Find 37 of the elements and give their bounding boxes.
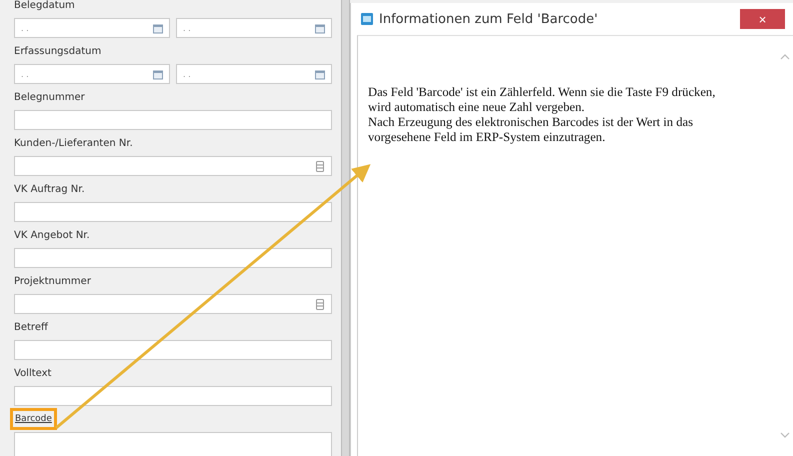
input-field[interactable] bbox=[14, 110, 332, 130]
field-label: Betreff bbox=[14, 322, 48, 332]
lookup-field[interactable] bbox=[14, 294, 332, 314]
lookup-icon[interactable] bbox=[315, 298, 325, 310]
date-field[interactable]: . . bbox=[14, 18, 170, 38]
field-label: Volltext bbox=[14, 368, 52, 378]
calendar-icon[interactable] bbox=[315, 68, 325, 80]
input-field[interactable] bbox=[14, 202, 332, 222]
field-label: VK Angebot Nr. bbox=[14, 230, 90, 240]
calendar-icon[interactable] bbox=[153, 22, 163, 34]
window-title: Informationen zum Feld 'Barcode' bbox=[379, 12, 599, 26]
app-icon bbox=[361, 13, 373, 25]
date-field[interactable]: . . bbox=[176, 18, 332, 38]
lookup-field[interactable] bbox=[14, 156, 332, 176]
date-field[interactable]: . . bbox=[176, 64, 332, 84]
input-field[interactable] bbox=[14, 340, 332, 360]
calendar-icon[interactable] bbox=[153, 68, 163, 80]
scroll-up-icon[interactable] bbox=[780, 54, 790, 60]
field-label: Belegnummer bbox=[14, 92, 85, 102]
input-field[interactable] bbox=[14, 248, 332, 268]
field-label: Projektnummer bbox=[14, 276, 91, 286]
field-label: Erfassungsdatum bbox=[14, 46, 102, 56]
info-text: wird automatisch eine neue Zahl vergeben. bbox=[368, 100, 586, 115]
field-label: Kunden-/Lieferanten Nr. bbox=[14, 138, 133, 148]
input-field[interactable] bbox=[14, 386, 332, 406]
splitter-handle[interactable] bbox=[341, 0, 350, 456]
info-text: Das Feld 'Barcode' ist ein Zählerfeld. Wenn sie die Taste F9 drücken, bbox=[368, 85, 716, 100]
field-link[interactable]: Barcode bbox=[10, 408, 57, 430]
info-text: Nach Erzeugung des elektronischen Barcodes ist der Wert in das bbox=[368, 115, 694, 130]
scroll-down-icon[interactable] bbox=[780, 432, 790, 438]
field-label: Belegdatum bbox=[14, 0, 75, 10]
lookup-icon[interactable] bbox=[315, 160, 325, 172]
date-field[interactable]: . . bbox=[14, 64, 170, 84]
info-text: vorgesehene Feld im ERP-System einzutragen. bbox=[368, 130, 606, 145]
calendar-icon[interactable] bbox=[315, 22, 325, 34]
close-button[interactable]: × bbox=[740, 9, 785, 29]
field-label: VK Auftrag Nr. bbox=[14, 184, 85, 194]
